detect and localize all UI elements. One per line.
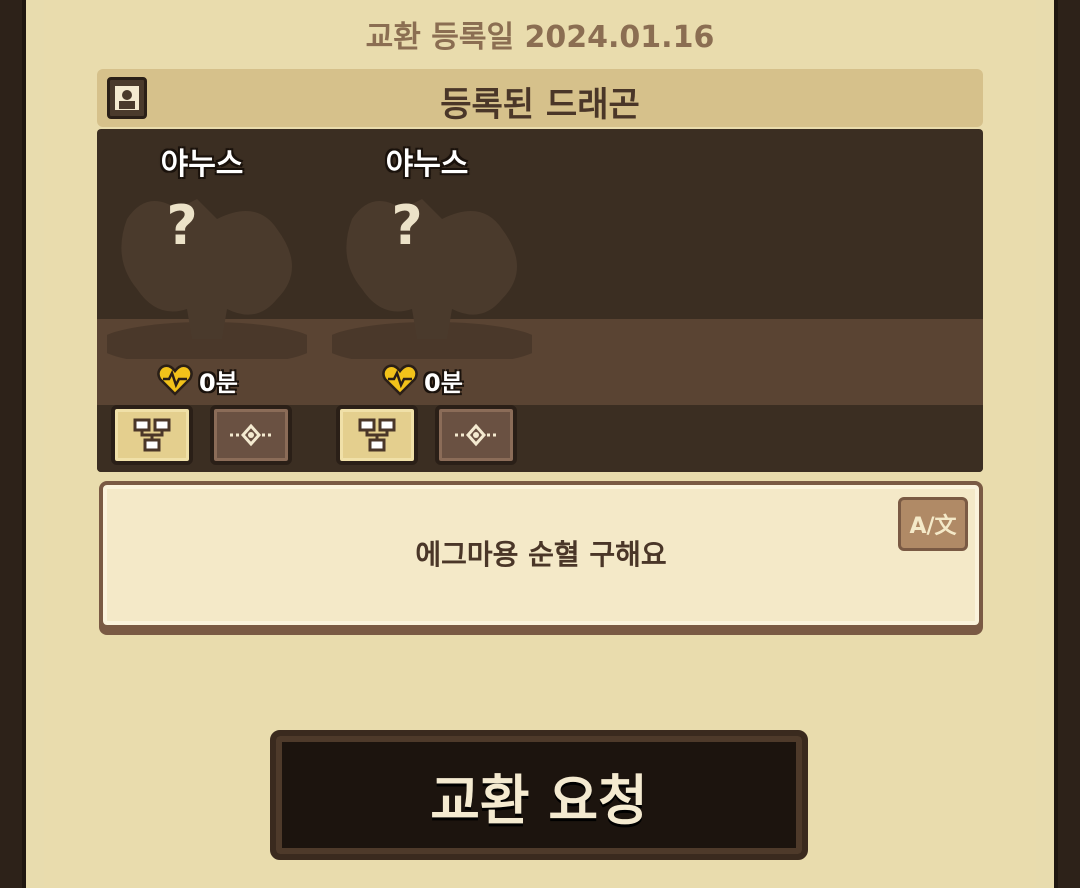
trade-memo: 에그마용 순혈 구해요 A/文 xyxy=(99,481,983,629)
affinity-display: 0분 xyxy=(157,364,238,397)
trade-request-label: 교환 요청 xyxy=(430,768,648,832)
dragon-silhouette-icon xyxy=(332,199,532,359)
registration-date: 교환 등록일 2024.01.16 xyxy=(365,20,715,55)
dragon-name: 야누스 xyxy=(160,147,244,182)
family-tree-button[interactable] xyxy=(336,405,418,465)
dragon-silhouette-icon xyxy=(107,199,307,359)
memo-text: 에그마용 순혈 구해요 xyxy=(415,538,667,571)
locate-button[interactable] xyxy=(210,405,292,465)
heart-icon xyxy=(382,364,418,396)
unknown-mark: ? xyxy=(166,194,198,257)
target-icon xyxy=(230,423,272,447)
translate-icon: A/文 xyxy=(909,514,957,539)
dragon-slot[interactable]: 야누스 ? 0분 xyxy=(97,129,323,472)
registered-dragons-header: 등록된 드래곤 xyxy=(97,69,983,127)
dragon-slot[interactable]: 야누스 ? 0분 xyxy=(322,129,548,472)
unknown-mark: ? xyxy=(391,194,423,257)
affinity-display: 0분 xyxy=(382,364,463,397)
family-tree-button[interactable] xyxy=(111,405,193,465)
trade-request-button[interactable]: 교환 요청 xyxy=(270,730,808,860)
family-tree-icon xyxy=(133,418,171,452)
family-tree-icon xyxy=(358,418,396,452)
registered-dragons-area: 야누스 ? 0분 야누스 ? 0분 xyxy=(97,129,983,472)
affinity-value: 0분 xyxy=(199,368,238,397)
section-title: 등록된 드래곤 xyxy=(440,85,640,125)
target-icon xyxy=(455,423,497,447)
locate-button[interactable] xyxy=(435,405,517,465)
trade-detail-panel: 교환 등록일 2024.01.16 등록된 드래곤 야누스 ? 0분 야누스 ?… xyxy=(44,0,1036,888)
heart-icon xyxy=(157,364,193,396)
translate-button[interactable]: A/文 xyxy=(898,497,968,551)
dragon-name: 야누스 xyxy=(385,147,469,182)
affinity-value: 0분 xyxy=(424,368,463,397)
